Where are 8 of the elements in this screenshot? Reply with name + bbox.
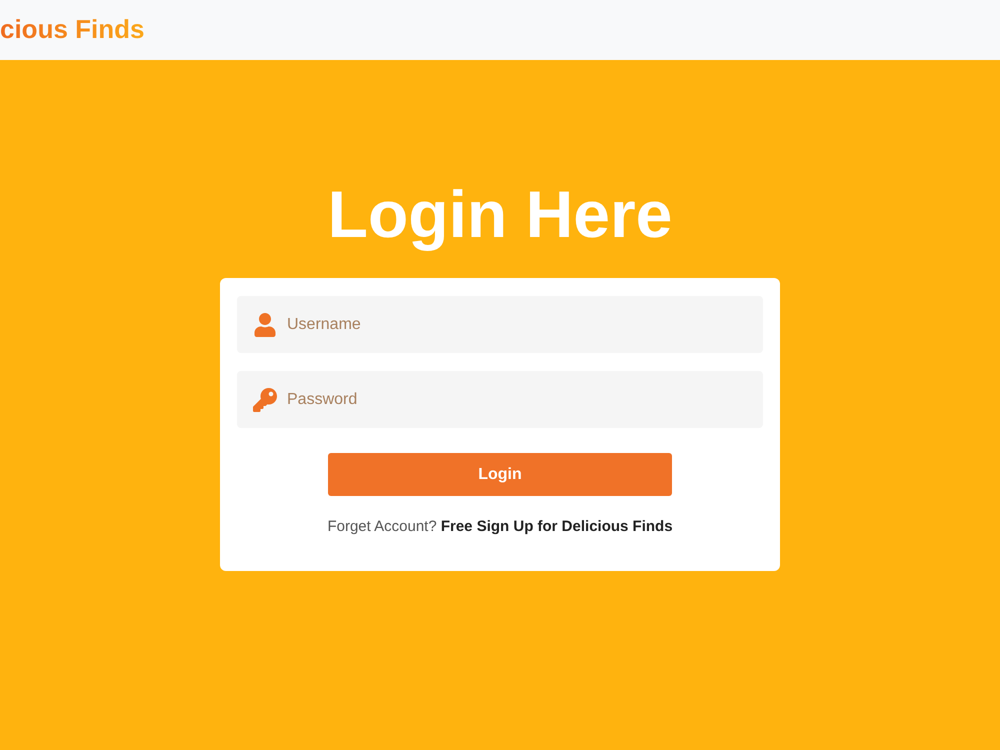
key-icon	[253, 388, 277, 412]
user-icon	[253, 312, 277, 336]
signup-prompt: Forget Account? Free Sign Up for Delicious Finds	[327, 518, 673, 535]
username-field[interactable]: Username	[237, 296, 763, 353]
password-field[interactable]: Password	[237, 371, 763, 428]
login-button[interactable]: Login	[328, 453, 672, 496]
page-title: Login Here	[328, 176, 672, 253]
signup-link[interactable]: Free Sign Up for Delicious Finds	[440, 518, 673, 535]
